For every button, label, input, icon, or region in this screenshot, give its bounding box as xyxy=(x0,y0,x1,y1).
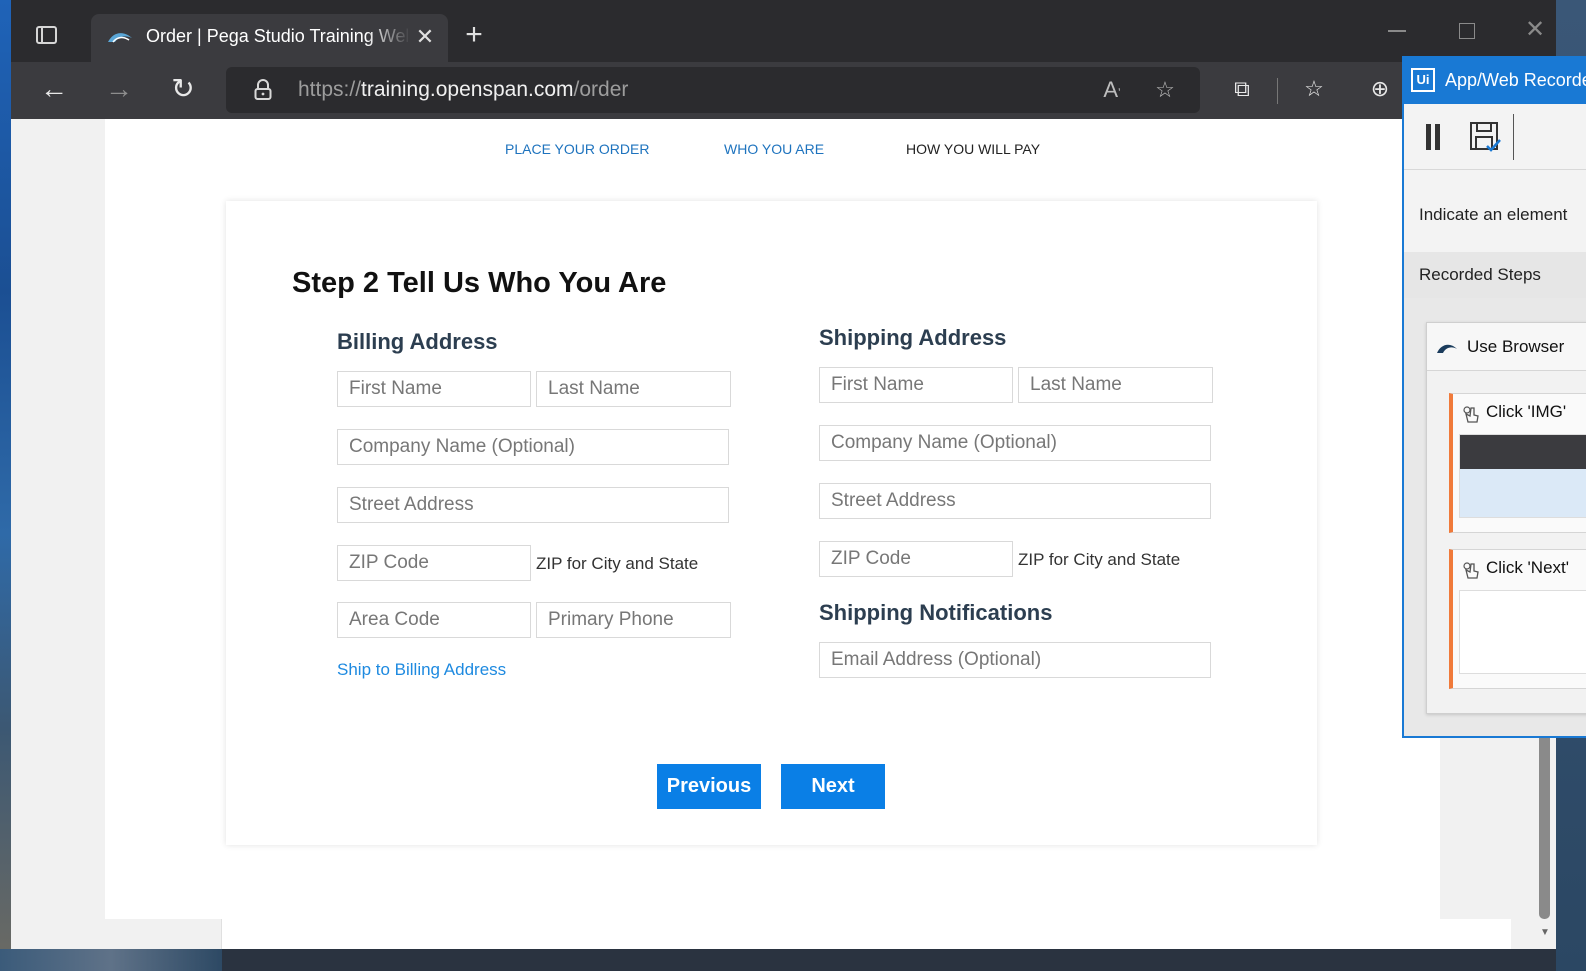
shipping-first-name-input[interactable] xyxy=(820,368,1012,402)
url-host: training.openspan.com xyxy=(361,78,574,101)
next-button[interactable]: Next xyxy=(781,764,885,809)
billing-street-field[interactable] xyxy=(337,487,729,523)
thumbnail-dark-region xyxy=(1460,435,1586,469)
page-title: Step 2 Tell Us Who You Are xyxy=(292,267,667,299)
billing-zip-field[interactable] xyxy=(337,545,531,581)
nav-link-who-you-are[interactable]: WHO YOU ARE xyxy=(724,141,824,157)
billing-last-name-field[interactable] xyxy=(536,371,731,407)
recorder-hint: Indicate an element xyxy=(1419,205,1568,224)
recorded-steps-area: Use Browser Click 'IMG' Click 'Next' xyxy=(1404,298,1586,736)
browser-titlebar: Order | Pega Studio Training Website ✕ +… xyxy=(11,0,1556,62)
thumbnail-highlight-region xyxy=(1460,469,1586,517)
page-background-lower xyxy=(221,919,1511,949)
use-browser-header: Use Browser xyxy=(1427,323,1586,371)
address-bar[interactable]: https://training.openspan.com/order Aʼ ☆ xyxy=(226,67,1200,113)
recorded-step[interactable]: Click 'Next' xyxy=(1449,549,1586,689)
minimize-icon[interactable] xyxy=(1388,30,1406,32)
read-aloud-icon[interactable]: Aʼ xyxy=(1099,77,1125,103)
use-browser-label: Use Browser xyxy=(1467,337,1565,356)
shipping-zip-input[interactable] xyxy=(820,542,1012,576)
recorder-panel: Ui App/Web Recorder Indicate an element … xyxy=(1402,56,1586,738)
tab-active[interactable]: Order | Pega Studio Training Website ✕ xyxy=(91,14,448,62)
url-path: /order xyxy=(573,78,629,101)
tab-close-icon[interactable]: ✕ xyxy=(413,25,437,49)
tab-title-fade xyxy=(366,22,411,52)
nav-link-how-you-pay[interactable]: HOW YOU WILL PAY xyxy=(906,141,1040,157)
shipping-street-input[interactable] xyxy=(820,484,1210,518)
shipping-address-heading: Shipping Address xyxy=(819,325,1007,350)
notification-email-input[interactable] xyxy=(820,643,1210,677)
shipping-company-field[interactable] xyxy=(819,425,1211,461)
lock-icon[interactable] xyxy=(254,79,272,101)
url-scheme: https:// xyxy=(298,78,362,101)
recorder-title: App/Web Recorder xyxy=(1445,70,1586,90)
billing-street-input[interactable] xyxy=(338,488,728,522)
billing-first-name-input[interactable] xyxy=(338,372,530,406)
browser-toolbar: ← → ↻ https://training.openspan.com/orde… xyxy=(11,62,1556,119)
shipping-last-name-input[interactable] xyxy=(1019,368,1212,402)
new-tab-button[interactable]: + xyxy=(461,20,487,50)
reload-icon[interactable]: ↻ xyxy=(168,74,198,104)
step-screenshot-thumbnail xyxy=(1459,434,1586,518)
recorded-steps-heading: Recorded Steps xyxy=(1419,265,1541,284)
recorder-toolbar-divider xyxy=(1513,114,1514,160)
billing-first-name-field[interactable] xyxy=(337,371,531,407)
shipping-notifications-heading: Shipping Notifications xyxy=(819,600,1053,625)
billing-company-field[interactable] xyxy=(337,429,729,465)
shipping-zip-hint: ZIP for City and State xyxy=(1018,550,1181,569)
order-form-card: Step 2 Tell Us Who You Are Billing Addre… xyxy=(226,201,1317,845)
billing-phone-field[interactable] xyxy=(536,602,731,638)
billing-area-code-field[interactable] xyxy=(337,602,531,638)
step-screenshot-thumbnail xyxy=(1459,590,1586,674)
click-icon xyxy=(1463,562,1479,579)
nav-link-place-order[interactable]: PLACE YOUR ORDER xyxy=(505,141,649,157)
uipath-logo-icon: Ui xyxy=(1411,68,1435,92)
maximize-icon[interactable] xyxy=(1459,23,1475,39)
billing-area-code-input[interactable] xyxy=(338,603,530,637)
web-page: PLACE YOUR ORDER WHO YOU ARE HOW YOU WIL… xyxy=(11,119,1556,949)
shipping-street-field[interactable] xyxy=(819,483,1211,519)
back-arrow-icon[interactable]: ← xyxy=(39,74,69,104)
window-close-icon[interactable]: ✕ xyxy=(1523,18,1547,42)
recorded-steps-header: Recorded Steps xyxy=(1404,252,1586,298)
shipping-company-input[interactable] xyxy=(820,426,1210,460)
billing-zip-hint: ZIP for City and State xyxy=(536,554,699,573)
previous-button[interactable]: Previous xyxy=(657,764,761,809)
shipping-first-name-field[interactable] xyxy=(819,367,1013,403)
recorder-titlebar: Ui App/Web Recorder xyxy=(1404,58,1586,104)
url-text[interactable]: https://training.openspan.com/order xyxy=(298,78,628,104)
click-icon xyxy=(1463,406,1479,423)
billing-last-name-input[interactable] xyxy=(537,372,730,406)
shipping-last-name-field[interactable] xyxy=(1018,367,1213,403)
recorded-step[interactable]: Click 'IMG' xyxy=(1449,393,1586,533)
recorder-toolbar xyxy=(1404,104,1586,170)
favorites-icon[interactable]: ☆ xyxy=(1301,76,1327,102)
billing-address-heading: Billing Address xyxy=(337,329,498,354)
desktop-background xyxy=(0,949,222,971)
tab-actions-icon[interactable] xyxy=(33,22,61,50)
pega-favicon-icon xyxy=(108,33,132,43)
scroll-down-icon[interactable]: ▼ xyxy=(1539,927,1551,939)
billing-company-input[interactable] xyxy=(338,430,728,464)
collections-icon[interactable]: ⊕ xyxy=(1367,76,1393,102)
save-and-exit-icon[interactable] xyxy=(1468,120,1502,154)
notification-email-field[interactable] xyxy=(819,642,1211,678)
use-browser-activity[interactable]: Use Browser Click 'IMG' Click 'Next' xyxy=(1426,322,1586,714)
toolbar-divider xyxy=(1277,78,1278,104)
desktop-background xyxy=(0,0,11,971)
page-content: PLACE YOUR ORDER WHO YOU ARE HOW YOU WIL… xyxy=(105,119,1440,919)
billing-phone-input[interactable] xyxy=(537,603,730,637)
billing-zip-input[interactable] xyxy=(338,546,530,580)
ship-to-billing-link[interactable]: Ship to Billing Address xyxy=(337,660,506,680)
recorded-step-label: Click 'IMG' xyxy=(1486,402,1567,421)
forward-arrow-icon[interactable]: → xyxy=(104,74,134,104)
recorded-step-label: Click 'Next' xyxy=(1486,558,1569,577)
pause-icon[interactable] xyxy=(1424,124,1442,150)
shipping-zip-field[interactable] xyxy=(819,541,1013,577)
extensions-icon[interactable]: ⧉ xyxy=(1229,76,1255,102)
add-favorite-icon[interactable]: ☆ xyxy=(1152,77,1178,103)
pega-favicon-icon xyxy=(1437,344,1457,353)
